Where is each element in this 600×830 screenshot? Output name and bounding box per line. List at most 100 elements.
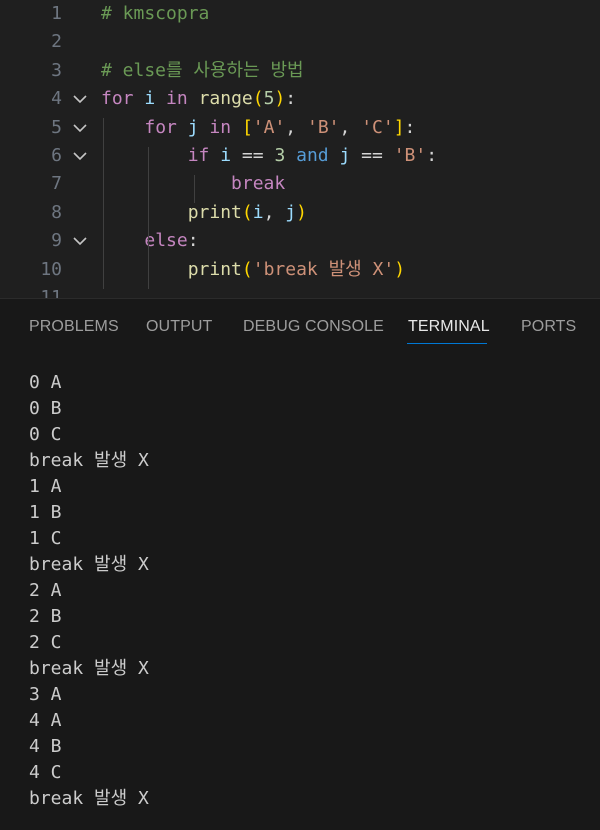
terminal-line: 4 C (29, 762, 62, 783)
line-number: 5 (51, 116, 62, 138)
terminal-line: 1 C (29, 528, 62, 549)
code-token: if (187, 145, 210, 166)
code-token: : (285, 88, 297, 110)
code-token: # kmscopra (101, 3, 210, 24)
terminal-line: break 발생 X (29, 450, 149, 471)
code-text: print(i, j) (101, 199, 307, 227)
code-token: 'break 발생 X' (252, 258, 395, 280)
line-number: 7 (51, 173, 62, 195)
code-line[interactable]: 1 # kmscopra (0, 0, 600, 28)
line-number: 4 (51, 88, 62, 110)
code-text: else: (101, 227, 199, 255)
fold-chevron-icon[interactable] (72, 227, 94, 255)
code-token: else (144, 230, 188, 252)
terminal-line: 2 B (29, 606, 62, 627)
tab-output[interactable]: OUTPUT (146, 318, 212, 336)
code-token: j (339, 145, 351, 166)
terminal-line: 1 B (29, 502, 62, 523)
code-token: 'B' (393, 145, 427, 166)
code-token: : (187, 230, 199, 252)
code-token: , (339, 116, 362, 138)
code-token: ( (241, 258, 253, 280)
code-line[interactable]: 3 # else를 사용하는 방법 (0, 57, 600, 85)
code-token: 'B' (306, 116, 340, 138)
code-line[interactable]: 11 (0, 284, 600, 298)
tab-terminal[interactable]: TERMINAL (408, 318, 490, 336)
terminal-line: 3 A (29, 684, 62, 705)
code-token: j (187, 116, 199, 138)
code-token: [ (241, 116, 253, 138)
code-editor[interactable]: 1 # kmscopra 2 3 # else를 사용하는 방법 4 for i in ra… (0, 0, 600, 298)
code-token: print (187, 201, 242, 223)
code-line[interactable]: 5 for j in ['A', 'B', 'C']: (0, 114, 600, 142)
terminal-line: 0 C (29, 424, 62, 445)
line-number: 3 (51, 59, 62, 81)
code-token: 'A' (252, 116, 286, 138)
line-number: 8 (51, 201, 62, 223)
code-token: in (166, 88, 188, 110)
line-number: 11 (40, 287, 62, 298)
terminal-line: 4 B (29, 736, 62, 757)
fold-chevron-icon[interactable] (72, 85, 94, 113)
terminal-line: 2 A (29, 580, 62, 601)
code-line[interactable]: 4 for i in range(5): (0, 85, 600, 113)
line-number: 6 (51, 145, 62, 166)
code-token: , (285, 116, 307, 138)
code-line[interactable]: 9 else: (0, 227, 600, 255)
code-token: 5 (263, 88, 275, 110)
code-token: ( (241, 201, 253, 223)
code-token: ) (394, 258, 406, 280)
indent-guide (148, 147, 149, 289)
terminal-line: break 발생 X (29, 788, 149, 809)
terminal-line: 0 A (29, 372, 62, 393)
code-text: # else를 사용하는 방법 (101, 57, 304, 85)
code-line[interactable]: 2 (0, 28, 600, 56)
bottom-panel: PROBLEMS OUTPUT DEBUG CONSOLE TERMINAL P… (0, 298, 600, 830)
code-token: ( (252, 88, 264, 110)
active-tab-indicator (407, 343, 487, 344)
code-text: if i == 3 and j == 'B': (101, 142, 437, 170)
code-token: , (263, 201, 286, 223)
terminal-line: break 발생 X (29, 658, 149, 679)
line-number: 2 (51, 31, 62, 53)
code-token: ] (393, 116, 405, 138)
line-number: 9 (51, 230, 62, 252)
code-token: # else를 사용하는 방법 (101, 59, 304, 81)
tab-ports[interactable]: PORTS (521, 318, 576, 336)
code-token: range (198, 88, 253, 110)
code-token: break (231, 173, 286, 195)
code-line[interactable]: 7 break (0, 170, 600, 198)
code-text: for j in ['A', 'B', 'C']: (101, 114, 415, 142)
code-token: : (404, 116, 416, 138)
code-token: 3 (274, 145, 286, 166)
code-line[interactable]: 10 print('break 발생 X') (0, 256, 600, 284)
line-number: 10 (40, 258, 62, 280)
fold-chevron-icon[interactable] (72, 142, 94, 170)
code-token: and (296, 145, 329, 166)
code-line[interactable]: 8 print(i, j) (0, 199, 600, 227)
tab-debug-console[interactable]: DEBUG CONSOLE (243, 318, 384, 336)
code-line[interactable]: 6 if i == 3 and j == 'B': (0, 142, 600, 170)
code-token: == (350, 145, 394, 166)
code-text: for i in range(5): (101, 85, 296, 113)
code-token: 'C' (361, 116, 394, 138)
code-token: i (144, 88, 156, 110)
terminal-line: break 발생 X (29, 554, 149, 575)
code-token: for (144, 116, 177, 138)
code-token: ) (274, 88, 286, 110)
fold-chevron-icon[interactable] (72, 114, 94, 142)
tab-problems[interactable]: PROBLEMS (29, 318, 119, 336)
indent-guide (103, 118, 104, 289)
